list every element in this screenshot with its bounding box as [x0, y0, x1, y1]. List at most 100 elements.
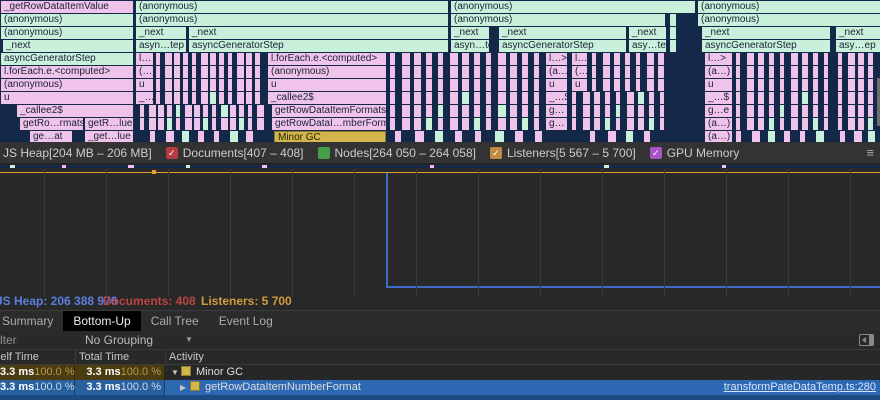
flame-bar[interactable] — [474, 105, 480, 117]
flame-bar[interactable] — [246, 53, 252, 65]
flame-bar[interactable] — [758, 79, 764, 91]
flame-bar[interactable] — [201, 53, 208, 65]
flame-bar[interactable] — [636, 53, 640, 65]
flame-box[interactable]: (a…) — [546, 66, 567, 78]
flame-bar[interactable] — [594, 118, 600, 130]
flame-bar[interactable] — [201, 79, 208, 91]
flame-bar[interactable] — [257, 105, 264, 117]
flame-bar[interactable] — [824, 53, 828, 65]
flame-box[interactable]: l… — [136, 53, 153, 65]
flame-bar[interactable] — [572, 92, 576, 104]
flame-bar[interactable] — [813, 79, 818, 91]
flame-bar[interactable] — [435, 131, 443, 142]
flame-bar[interactable] — [390, 53, 395, 65]
flame-bar[interactable] — [838, 92, 842, 104]
flame-bar[interactable] — [246, 79, 252, 91]
flame-box[interactable]: g… — [546, 118, 567, 130]
flame-bar[interactable] — [402, 92, 410, 104]
flame-box[interactable]: _next — [836, 27, 880, 39]
flame-bar[interactable] — [758, 105, 764, 117]
flame-bar[interactable] — [426, 118, 432, 130]
flame-bar[interactable] — [510, 118, 517, 130]
flame-bar[interactable] — [791, 66, 798, 78]
flame-bar[interactable] — [736, 118, 740, 130]
flame-bar[interactable] — [402, 66, 410, 78]
flame-bar[interactable] — [802, 92, 808, 104]
flame-box[interactable]: asyn…tep — [451, 40, 489, 52]
flame-bar[interactable] — [736, 105, 740, 117]
flame-bar[interactable] — [583, 105, 590, 117]
checkbox-icon[interactable]: ✓ — [166, 147, 178, 159]
flame-box[interactable]: (anonymous) — [451, 1, 695, 13]
flame-bar[interactable] — [824, 92, 828, 104]
flame-bar[interactable] — [534, 66, 539, 78]
flame-bar[interactable] — [228, 92, 232, 104]
flame-bar[interactable] — [239, 118, 244, 130]
flame-bar[interactable] — [534, 53, 539, 65]
flame-bar[interactable] — [486, 105, 491, 117]
flame-box[interactable]: ge…at — [30, 131, 72, 142]
flame-bar[interactable] — [450, 53, 458, 65]
flame-bar[interactable] — [438, 53, 443, 65]
flame-bar[interactable] — [608, 131, 616, 142]
flame-bar[interactable] — [462, 79, 469, 91]
flame-bar[interactable] — [780, 66, 784, 78]
flame-bar[interactable] — [214, 131, 219, 142]
flame-bar[interactable] — [176, 105, 180, 117]
flame-bar[interactable] — [486, 53, 491, 65]
flame-bar[interactable] — [848, 92, 855, 104]
flame-bar[interactable] — [840, 131, 845, 142]
flame-box[interactable]: _callee2$ — [17, 105, 133, 117]
flame-bar[interactable] — [167, 118, 172, 130]
flame-bar[interactable] — [605, 118, 610, 130]
flame-bar[interactable] — [658, 66, 664, 78]
flame-box[interactable]: _…$ — [705, 92, 732, 104]
flame-bar[interactable] — [390, 118, 395, 130]
flame-bar[interactable] — [534, 79, 539, 91]
flame-bar[interactable] — [758, 92, 764, 104]
flame-bar[interactable] — [510, 105, 517, 117]
flame-bar[interactable] — [438, 66, 443, 78]
flame-bar[interactable] — [625, 53, 630, 65]
flame-box-gc[interactable]: Minor GC — [274, 131, 386, 142]
flame-bar[interactable] — [486, 118, 491, 130]
flame-box[interactable]: _…$ — [546, 92, 567, 104]
flame-box[interactable]: g…e — [705, 105, 732, 117]
source-location-link[interactable]: transformPateDataTemp.ts:280 — [724, 381, 876, 393]
flame-bar[interactable] — [791, 92, 798, 104]
flame-bar[interactable] — [802, 118, 808, 130]
flame-bar[interactable] — [414, 79, 421, 91]
flame-bar[interactable] — [616, 105, 620, 117]
flame-bar[interactable] — [780, 79, 784, 91]
flame-bar[interactable] — [848, 118, 855, 130]
flame-bar[interactable] — [627, 118, 634, 130]
flame-bar[interactable] — [438, 105, 443, 117]
flame-box[interactable]: _next — [451, 27, 489, 39]
flame-bar[interactable] — [183, 92, 188, 104]
flame-bar[interactable] — [248, 118, 252, 130]
counter-toggle-gpu-memory[interactable]: ✓GPU Memory — [650, 146, 740, 160]
flame-bar[interactable] — [450, 118, 458, 130]
flame-box[interactable]: (anonymous) — [136, 1, 448, 13]
flame-box[interactable]: (a…) — [705, 131, 732, 142]
flame-bar[interactable] — [522, 79, 528, 91]
flame-box[interactable]: (…) — [136, 66, 153, 78]
flame-bar[interactable] — [390, 79, 395, 91]
flame-bar[interactable] — [769, 66, 774, 78]
flame-bar[interactable] — [572, 105, 576, 117]
flame-bar[interactable] — [474, 118, 480, 130]
flame-bar[interactable] — [149, 118, 156, 130]
flame-bar[interactable] — [522, 66, 528, 78]
flame-bar[interactable] — [166, 131, 174, 142]
flame-bar[interactable] — [614, 79, 620, 91]
flame-bar[interactable] — [758, 66, 764, 78]
flame-box[interactable]: _next — [3, 40, 133, 52]
flame-bar[interactable] — [185, 118, 192, 130]
flame-bar[interactable] — [627, 92, 634, 104]
flame-box[interactable]: l… — [572, 53, 587, 65]
flame-bar[interactable] — [791, 118, 798, 130]
flame-box[interactable]: u — [1, 92, 133, 104]
flame-bar[interactable] — [736, 92, 740, 104]
flame-bar[interactable] — [769, 79, 774, 91]
memory-counter-chart[interactable]: JS Heap: 206 388 976Documents: 408Listen… — [0, 165, 880, 310]
